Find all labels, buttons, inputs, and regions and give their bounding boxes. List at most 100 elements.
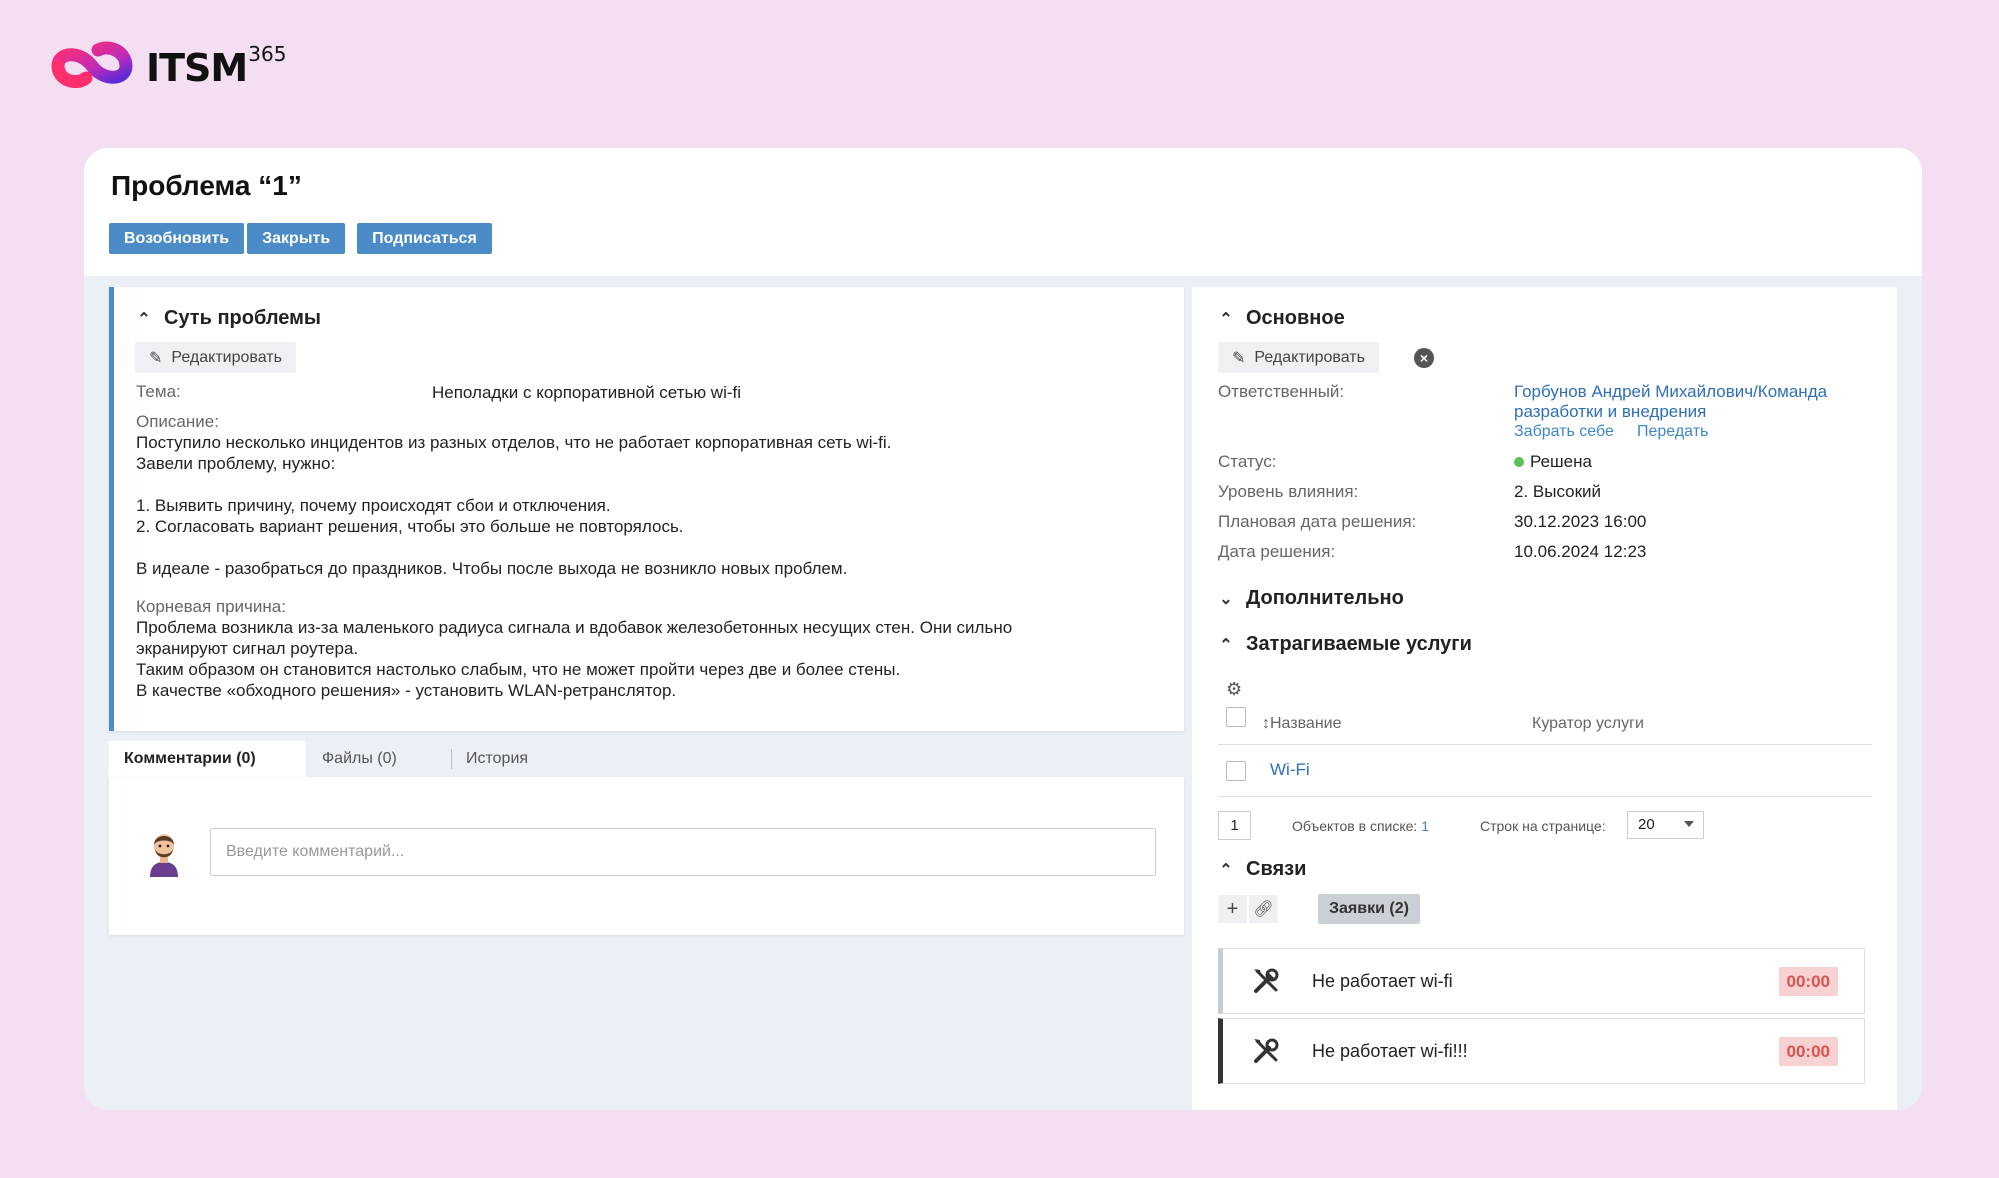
description-line: Завели проблему, нужно: — [136, 454, 336, 473]
status-dot — [1514, 456, 1524, 467]
ticket-timer: 00:00 — [1778, 1037, 1838, 1066]
additional-section-title: Дополнительно — [1246, 587, 1404, 609]
page-title: Проблема “1” — [111, 170, 302, 201]
clear-icon[interactable]: × — [1414, 348, 1434, 368]
root-cause-line: экранируют сигнал роутера. — [136, 639, 359, 658]
tools-icon — [1254, 968, 1279, 993]
caret-down-icon — [1684, 821, 1694, 827]
brand-logo: ITSM365 — [50, 40, 286, 96]
gear-icon[interactable]: ⚙ — [1226, 679, 1242, 700]
essence-section-title: Суть проблемы — [164, 307, 322, 329]
root-cause-line: Проблема возникла из-за маленького радиу… — [136, 618, 1013, 637]
per-page-label: Строк на странице: — [1480, 818, 1606, 834]
detail-tabs: Комментарии (0) Файлы (0) История — [109, 741, 543, 777]
add-icon[interactable]: + — [1218, 895, 1247, 923]
description-line: 2. Согласовать вариант решения, чтобы эт… — [136, 517, 684, 536]
problem-essence-panel: ⌃ Суть проблемы ✎ Редактировать Тема: Не… — [109, 287, 1184, 731]
row-checkbox[interactable] — [1226, 761, 1246, 781]
page-number[interactable]: 1 — [1218, 811, 1251, 840]
pencil-icon: ✎ — [1232, 349, 1246, 367]
description-line: В идеале - разобраться до праздников. Чт… — [136, 559, 848, 578]
responsible-label: Ответственный: — [1218, 382, 1345, 401]
description-line — [136, 474, 1156, 495]
relations-section-toggle[interactable]: ⌃ Связи — [1218, 858, 1306, 881]
pagination: 1 Объектов в списке: 1 Строк на странице… — [1218, 808, 1872, 840]
essence-section-toggle[interactable]: ⌃ Суть проблемы — [136, 307, 321, 330]
responsible-value-line2[interactable]: разработки и внедрения — [1514, 402, 1706, 422]
table-row: Wi-Fi — [1218, 745, 1872, 797]
planned-date-value: 30.12.2023 16:00 — [1514, 512, 1647, 531]
description-line — [136, 537, 1156, 558]
table-header: ⚙ ↕Название Куратор услуги — [1218, 677, 1872, 745]
services-section-title: Затрагиваемые услуги — [1246, 633, 1472, 655]
tab-files[interactable]: Файлы (0) — [306, 741, 451, 777]
comment-input[interactable] — [210, 828, 1156, 876]
description-line: 1. Выявить причину, почему происходят сб… — [136, 496, 611, 515]
root-cause-text: Проблема возникла из-за маленького радиу… — [136, 617, 1156, 701]
impact-label: Уровень влияния: — [1218, 482, 1359, 501]
relations-toolbar: + 🔗︎ Заявки (2) — [1218, 894, 1420, 924]
ticket-title: Не работает wi-fi!!! — [1312, 1041, 1468, 1061]
service-link[interactable]: Wi-Fi — [1270, 760, 1310, 780]
column-header-curator[interactable]: Куратор услуги — [1532, 715, 1644, 733]
root-cause-label: Корневая причина: — [136, 597, 286, 616]
relations-section-title: Связи — [1246, 858, 1307, 880]
problem-card: Проблема “1” Возобновить Закрыть Подписа… — [84, 148, 1922, 1110]
tools-icon — [1254, 1038, 1279, 1063]
chevron-up-icon: ⌃ — [1219, 861, 1233, 879]
brand-mark-icon — [51, 41, 133, 88]
details-panel: ⌃ Основное ✎ Редактировать × Ответственн… — [1192, 287, 1897, 1110]
impact-value: 2. Высокий — [1514, 482, 1602, 501]
root-cause-line: В качестве «обходного решения» - установ… — [136, 681, 677, 700]
per-page-select[interactable]: 20 — [1627, 811, 1704, 839]
column-header-name[interactable]: ↕Название — [1262, 715, 1342, 733]
root-cause-line: Таким образом он становится настолько сл… — [136, 660, 901, 679]
status-text: Решена — [1530, 452, 1592, 471]
objects-count-label: Объектов в списке: 1 — [1292, 818, 1430, 834]
services-section-toggle[interactable]: ⌃ Затрагиваемые услуги — [1218, 633, 1472, 656]
main-section-toggle[interactable]: ⌃ Основное — [1218, 307, 1345, 330]
resolved-date-label: Дата решения: — [1218, 542, 1336, 561]
additional-section-toggle[interactable]: ⌄ Дополнительно — [1218, 587, 1404, 610]
status-label: Статус: — [1218, 452, 1277, 471]
select-all-checkbox[interactable] — [1226, 707, 1246, 727]
take-self-link[interactable]: Забрать себе — [1514, 423, 1614, 441]
status-value: Решена — [1514, 452, 1592, 472]
comments-panel — [109, 777, 1184, 935]
ticket-card[interactable]: Не работает wi-fi 00:00 — [1218, 948, 1865, 1014]
card-header: Проблема “1” Возобновить Закрыть Подписа… — [84, 148, 1922, 276]
chevron-up-icon: ⌃ — [1219, 310, 1233, 328]
topic-label: Тема: — [136, 382, 181, 401]
responsible-value-line1[interactable]: Горбунов Андрей Михайлович/Команда — [1514, 382, 1827, 402]
tab-history[interactable]: История — [451, 741, 543, 777]
reopen-button[interactable]: Возобновить — [109, 223, 245, 254]
chevron-up-icon: ⌃ — [137, 310, 151, 328]
essence-edit-label: Редактировать — [171, 348, 282, 366]
transfer-link[interactable]: Передать — [1637, 423, 1708, 441]
description-label: Описание: — [136, 412, 219, 431]
description-text: Поступило несколько инцидентов из разных… — [136, 432, 1156, 579]
link-icon[interactable]: 🔗︎ — [1249, 895, 1278, 923]
ticket-timer: 00:00 — [1778, 967, 1838, 996]
chevron-up-icon: ⌃ — [1219, 636, 1233, 654]
ticket-title: Не работает wi-fi — [1312, 971, 1453, 991]
main-edit-button[interactable]: ✎ Редактировать — [1218, 342, 1379, 373]
subscribe-button[interactable]: Подписаться — [357, 223, 492, 254]
resolved-date-value: 10.06.2024 12:23 — [1514, 542, 1647, 561]
essence-edit-button[interactable]: ✎ Редактировать — [135, 342, 296, 373]
action-toolbar: Возобновить Закрыть Подписаться — [109, 223, 492, 254]
avatar — [150, 834, 178, 877]
brand-name: ITSM365 — [146, 42, 287, 90]
description-line: Поступило несколько инцидентов из разных… — [136, 433, 892, 452]
tab-comments[interactable]: Комментарии (0) — [109, 741, 306, 777]
pencil-icon: ✎ — [149, 349, 163, 367]
ticket-card[interactable]: Не работает wi-fi!!! 00:00 — [1218, 1018, 1865, 1084]
main-edit-label: Редактировать — [1254, 348, 1365, 366]
chevron-down-icon: ⌄ — [1219, 590, 1233, 608]
main-section-title: Основное — [1246, 307, 1345, 329]
services-table: ⚙ ↕Название Куратор услуги Wi-Fi — [1218, 677, 1872, 797]
requests-tab-chip[interactable]: Заявки (2) — [1318, 894, 1420, 924]
topic-value: Неполадки с корпоративной сетью wi-fi — [432, 383, 742, 402]
close-button[interactable]: Закрыть — [247, 223, 346, 254]
planned-date-label: Плановая дата решения: — [1218, 512, 1417, 531]
